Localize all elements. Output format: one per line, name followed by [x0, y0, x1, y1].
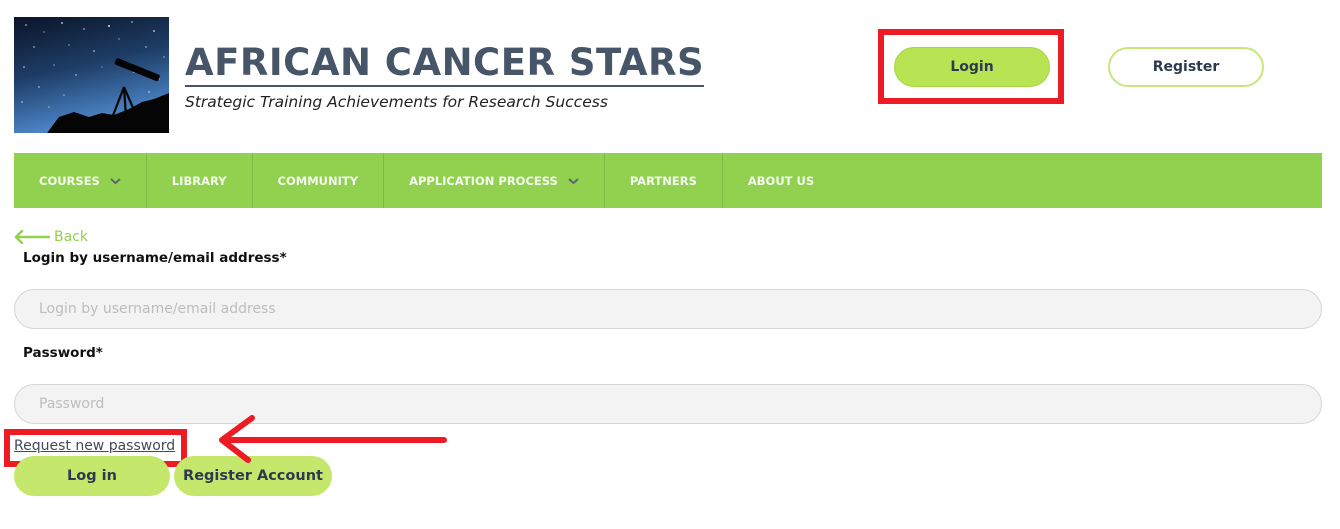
- main-nav: COURSES LIBRARY COMMUNITY APPLICATION PR…: [14, 153, 1322, 208]
- nav-item-courses[interactable]: COURSES: [14, 153, 147, 208]
- nav-item-community[interactable]: COMMUNITY: [253, 153, 385, 208]
- chevron-down-icon: [568, 174, 579, 188]
- nav-item-label: COURSES: [39, 173, 100, 188]
- log-in-button[interactable]: Log in: [14, 456, 170, 496]
- nav-item-label: PARTNERS: [629, 173, 697, 188]
- nav-item-label: APPLICATION PROCESS: [409, 173, 558, 188]
- header-login-button[interactable]: Login: [894, 47, 1050, 87]
- site-brand: AFRICAN CANCER STARS Strategic Training …: [185, 42, 705, 111]
- username-input[interactable]: [14, 289, 1322, 329]
- nav-item-label: ABOUT US: [747, 173, 815, 188]
- nav-item-application-process[interactable]: APPLICATION PROCESS: [384, 153, 605, 208]
- username-label: Login by username/email address*: [23, 250, 287, 266]
- site-logo[interactable]: [14, 17, 169, 133]
- register-account-button[interactable]: Register Account: [174, 456, 332, 496]
- chevron-down-icon: [110, 174, 121, 188]
- telescope-logo-icon: [14, 17, 169, 133]
- nav-item-about-us[interactable]: ABOUT US: [723, 153, 839, 208]
- required-marker: *: [279, 250, 287, 266]
- password-input[interactable]: [14, 384, 1322, 424]
- password-label: Password*: [23, 345, 103, 361]
- nav-item-label: COMMUNITY: [277, 173, 359, 188]
- back-label: Back: [54, 229, 88, 245]
- request-new-password-link[interactable]: Request new password: [14, 438, 175, 454]
- arrow-left-icon: [14, 230, 50, 244]
- site-tagline: Strategic Training Achievements for Rese…: [185, 93, 608, 111]
- back-link[interactable]: Back: [14, 229, 88, 245]
- nav-item-label: LIBRARY: [171, 173, 227, 188]
- header-register-button[interactable]: Register: [1108, 47, 1264, 87]
- nav-item-partners[interactable]: PARTNERS: [605, 153, 723, 208]
- site-title-link[interactable]: AFRICAN CANCER STARS: [185, 42, 705, 87]
- nav-item-library[interactable]: LIBRARY: [147, 153, 253, 208]
- username-label-text: Login by username/email address: [23, 250, 280, 266]
- required-marker: *: [95, 345, 103, 361]
- password-label-text: Password: [23, 345, 96, 361]
